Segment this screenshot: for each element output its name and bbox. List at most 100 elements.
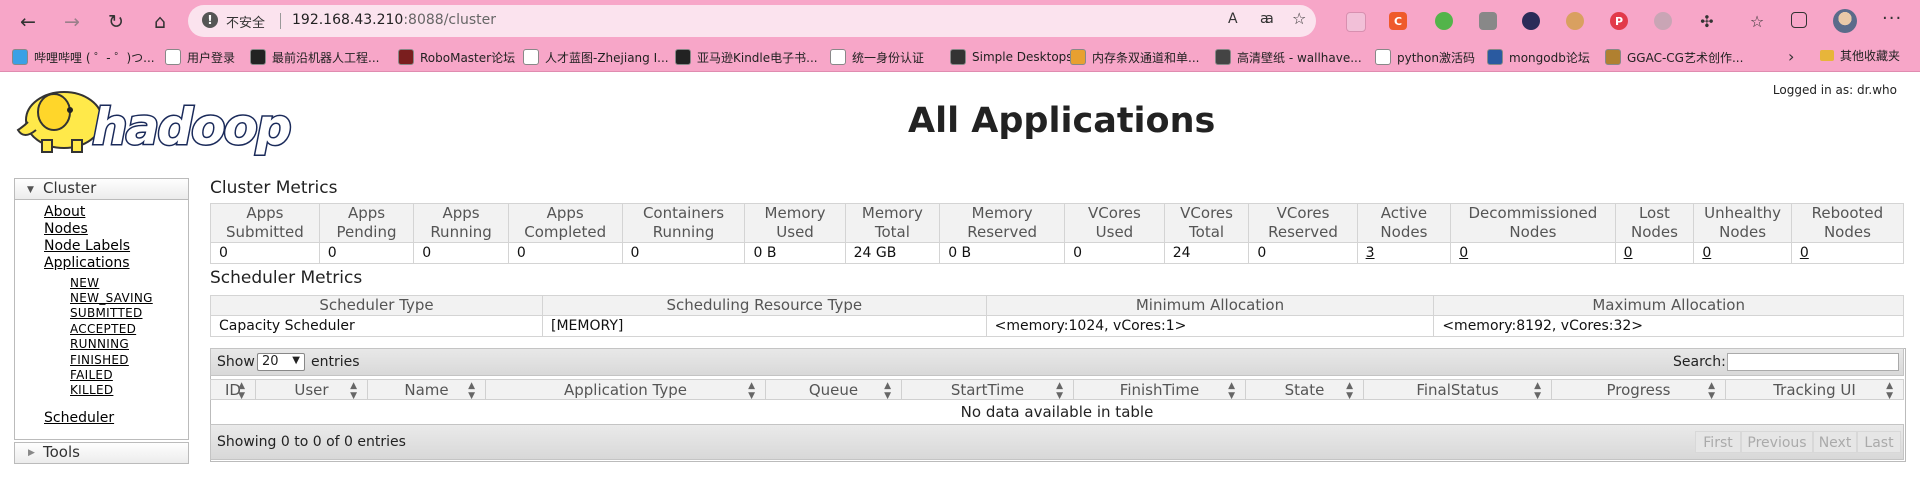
- security-label[interactable]: 不安全: [226, 12, 265, 31]
- favorite-icon[interactable]: ☆: [1292, 9, 1306, 28]
- favorites-icon[interactable]: ☆: [1748, 12, 1766, 31]
- cluster-metric-header: Apps Completed: [507, 203, 623, 243]
- bookmark-item[interactable]: RoboMaster论坛: [398, 47, 515, 67]
- chevron-down-icon: ▼: [292, 355, 300, 366]
- pager-first[interactable]: First: [1695, 431, 1741, 453]
- applications-header-row: ID ▲ ▼ User ▲ ▼ Name ▲ ▼ Application Type ▲ ▼ Queue ▲…: [210, 379, 1904, 401]
- scheduler-metrics-title: Scheduler Metrics: [210, 268, 363, 288]
- sidebar-state-finished[interactable]: FINISHED: [70, 353, 129, 367]
- bookmark-item[interactable]: GGAC-CG艺术创作...: [1605, 47, 1743, 67]
- read-aloud-icon[interactable]: A: [1228, 11, 1238, 27]
- logo-wordmark: hadoop: [92, 98, 290, 156]
- sidebar-link-scheduler[interactable]: Scheduler: [44, 410, 114, 426]
- other-bookmarks-folder[interactable]: 其他收藏夹: [1820, 47, 1900, 64]
- bookmark-item[interactable]: mongodb论坛: [1487, 47, 1590, 67]
- sidebar-cluster-header[interactable]: ▼ Cluster: [14, 178, 189, 200]
- sidebar-state-running[interactable]: RUNNING: [70, 337, 129, 351]
- cluster-metric-value: 0: [1064, 242, 1165, 264]
- bookmark-item[interactable]: 亚马逊Kindle电子书...: [675, 47, 818, 67]
- cluster-metric-header: Containers Running: [621, 203, 746, 243]
- search-input[interactable]: [1727, 353, 1899, 371]
- column-header[interactable]: State ▲ ▼: [1246, 379, 1364, 401]
- column-header[interactable]: Progress ▲ ▼: [1552, 379, 1726, 401]
- bookmark-label: Simple Desktops: [972, 50, 1073, 64]
- sidebar-state-submitted[interactable]: SUBMITTED: [70, 306, 143, 320]
- cluster-metric-header-line: Nodes: [1380, 223, 1428, 241]
- extension-icon-1[interactable]: [1346, 12, 1366, 32]
- extensions-puzzle-icon[interactable]: ✣: [1698, 12, 1716, 31]
- url-text[interactable]: 192.168.43.210:8088/cluster: [292, 12, 496, 28]
- sidebar-link-node-labels[interactable]: Node Labels: [44, 238, 130, 254]
- bookmark-item[interactable]: 最前沿机器人工程...: [250, 47, 379, 67]
- back-icon[interactable]: ←: [14, 8, 42, 36]
- extension-face-icon[interactable]: [1566, 12, 1584, 30]
- sidebar-state-killed[interactable]: KILLED: [70, 383, 113, 397]
- bookmark-item[interactable]: 人才蓝图-Zhejiang I...: [523, 47, 669, 67]
- column-header[interactable]: User ▲ ▼: [256, 379, 368, 401]
- translate-icon[interactable]: ꜳ: [1260, 11, 1274, 27]
- column-header[interactable]: Queue ▲ ▼: [766, 379, 902, 401]
- cluster-metric-value[interactable]: 0: [1450, 242, 1616, 264]
- extension-circle-icon[interactable]: [1522, 12, 1540, 30]
- sidebar-link-about[interactable]: About: [44, 204, 85, 220]
- sidebar-link-nodes[interactable]: Nodes: [44, 221, 88, 237]
- bookmark-favicon-icon: [675, 49, 691, 65]
- applications-footer: Showing 0 to 0 of 0 entries First Previo…: [210, 424, 1904, 460]
- bookmark-item[interactable]: 用户登录: [165, 47, 235, 67]
- menu-icon[interactable]: ···: [1882, 8, 1902, 29]
- column-header[interactable]: Tracking UI ▲ ▼: [1726, 379, 1904, 401]
- collections-icon[interactable]: [1791, 12, 1807, 28]
- pager-next[interactable]: Next: [1813, 431, 1857, 453]
- extension-flower-icon[interactable]: [1435, 12, 1453, 30]
- bookmark-item[interactable]: 内存条双通道和单...: [1070, 47, 1199, 67]
- column-header[interactable]: ID ▲ ▼: [210, 379, 256, 401]
- cluster-metric-value[interactable]: 0: [1790, 242, 1905, 264]
- bookmark-item[interactable]: python激活码: [1375, 47, 1475, 67]
- bookmark-item[interactable]: 高清壁纸 - wallhave...: [1215, 47, 1362, 67]
- pager-last[interactable]: Last: [1857, 431, 1901, 453]
- cluster-metric-value[interactable]: 0: [1693, 242, 1792, 264]
- pinterest-icon[interactable]: P: [1610, 12, 1628, 30]
- cluster-metric-value: 0: [1248, 242, 1358, 264]
- bookmark-item[interactable]: 哔哩哔哩 ( ゜- ゜)つ...: [12, 47, 155, 67]
- column-header[interactable]: FinishTime ▲ ▼: [1074, 379, 1246, 401]
- table-info: Showing 0 to 0 of 0 entries: [217, 434, 406, 450]
- bookmarks-more-icon[interactable]: ›: [1788, 47, 1794, 66]
- bookmark-favicon-icon: [1487, 49, 1503, 65]
- sidebar-state-failed[interactable]: FAILED: [70, 368, 113, 382]
- bookmark-label: RoboMaster论坛: [420, 50, 516, 65]
- address-bar[interactable]: ! 不安全 192.168.43.210:8088/cluster A ꜳ ☆: [188, 5, 1316, 37]
- sidebar-state-new[interactable]: NEW: [70, 276, 99, 290]
- min-allocation-value: <memory:1024, vCores:1>: [985, 315, 1435, 337]
- bookmark-label: 用户登录: [187, 50, 236, 65]
- column-header[interactable]: Name ▲ ▼: [368, 379, 486, 401]
- forward-icon[interactable]: →: [58, 8, 86, 36]
- tools-label: Tools: [43, 443, 80, 461]
- bookmark-favicon-icon: [12, 49, 28, 65]
- pager-previous[interactable]: Previous: [1741, 431, 1813, 453]
- extension-gray-icon[interactable]: [1654, 12, 1672, 30]
- bookmark-item[interactable]: Simple Desktops: [950, 47, 1073, 67]
- sidebar-tools-header[interactable]: ▶ Tools: [14, 442, 189, 464]
- sidebar-state-new-saving[interactable]: NEW_SAVING: [70, 291, 153, 305]
- profile-avatar[interactable]: [1833, 9, 1857, 33]
- extension-c-icon[interactable]: C: [1389, 12, 1407, 30]
- bookmark-item[interactable]: 统一身份认证: [830, 47, 924, 67]
- column-header[interactable]: Application Type ▲ ▼: [486, 379, 766, 401]
- sidebar-state-accepted[interactable]: ACCEPTED: [70, 322, 136, 336]
- cluster-metric-value[interactable]: 3: [1356, 242, 1452, 264]
- extension-copy-icon[interactable]: [1479, 12, 1497, 30]
- cluster-metric-header-line: Reserved: [1268, 223, 1338, 241]
- scheduler-type-header: Scheduler Type: [210, 295, 543, 316]
- cluster-metric-value[interactable]: 0: [1614, 242, 1695, 264]
- scheduler-type-value: Capacity Scheduler: [210, 315, 543, 337]
- home-icon[interactable]: ⌂: [146, 8, 174, 36]
- warning-icon[interactable]: !: [202, 12, 218, 28]
- column-header[interactable]: FinalStatus ▲ ▼: [1364, 379, 1552, 401]
- page-size-select[interactable]: 20 ▼: [257, 353, 305, 371]
- bookmark-favicon-icon: [250, 49, 266, 65]
- max-allocation-header: Maximum Allocation: [1433, 295, 1904, 316]
- reload-icon[interactable]: ↻: [102, 8, 130, 36]
- column-header[interactable]: StartTime ▲ ▼: [902, 379, 1074, 401]
- sidebar-link-applications[interactable]: Applications: [44, 255, 130, 271]
